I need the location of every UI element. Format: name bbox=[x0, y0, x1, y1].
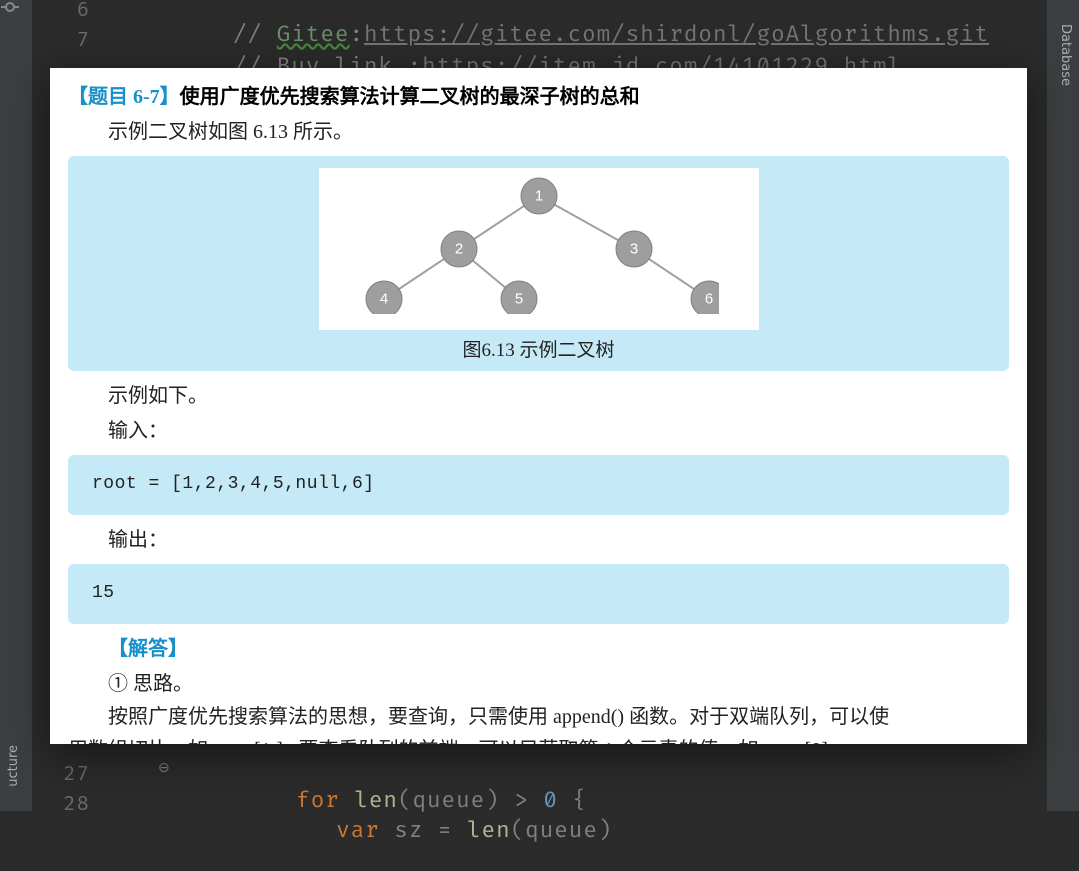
fold-handle[interactable]: ⊖ bbox=[158, 760, 170, 777]
figure-caption: 图6.13 示例二叉树 bbox=[68, 336, 1009, 365]
solution-para-2: 用数组切片，如 array[1:] ; 要查看队列的前端，可以只获取第 1 个元… bbox=[68, 735, 1009, 744]
gutter-line-28: 28 bbox=[63, 790, 90, 820]
vcs-commit-icon[interactable] bbox=[1, 0, 19, 16]
input-codebox: root = [1,2,3,4,5,null,6] bbox=[68, 455, 1009, 515]
example-label: 示例如下。 bbox=[68, 381, 1009, 412]
idea-label: ① 思路。 bbox=[68, 669, 1009, 700]
tree-node-3: 3 bbox=[629, 241, 637, 258]
input-label: 输入： bbox=[68, 416, 1009, 447]
gutter-line-27: 27 bbox=[63, 760, 90, 790]
array-head: array[0] bbox=[764, 739, 828, 744]
tree-node-4: 4 bbox=[379, 291, 387, 308]
input-code: root = [1,2,3,4,5,null,6] bbox=[92, 474, 375, 494]
problem-heading: 使用广度优先搜索算法计算二叉树的最深子树的总和 bbox=[180, 86, 640, 108]
left-tool-strip[interactable]: ucture bbox=[0, 0, 32, 811]
code-line-28[interactable]: var sz = len(queue) bbox=[278, 790, 612, 871]
text: 。 bbox=[828, 739, 848, 744]
gutter-line-6: 6 bbox=[77, 0, 90, 26]
solution-tag: 【解答】 bbox=[68, 634, 1009, 665]
problem-tag: 【题目 6-7】 bbox=[68, 86, 180, 108]
output-codebox: 15 bbox=[68, 564, 1009, 624]
tree-node-2: 2 bbox=[454, 241, 462, 258]
text: 函数。对于双端队列，可以使 bbox=[624, 706, 889, 728]
gutter-line-7: 7 bbox=[77, 26, 90, 56]
text: 用数组切片，如 bbox=[68, 739, 213, 744]
append-fn: append() bbox=[553, 706, 624, 728]
text: ; 要查看队列的前端，可以只获取第 1 个元素的值，如 bbox=[283, 739, 764, 744]
code-text: sz = bbox=[394, 817, 467, 844]
figure-panel: 1 2 3 4 5 6 图6.13 示例二叉树 bbox=[68, 156, 1009, 371]
builtin-len: len bbox=[467, 817, 511, 844]
output-value: 15 bbox=[92, 583, 115, 603]
database-tool-label[interactable]: Database bbox=[1058, 24, 1073, 86]
text: 按照广度优先搜索算法的思想，要查询，只需使用 bbox=[108, 706, 553, 728]
tree-node-5: 5 bbox=[514, 291, 522, 308]
tree-node-6: 6 bbox=[704, 291, 712, 308]
solution-para-1: 按照广度优先搜索算法的思想，要查询，只需使用 append() 函数。对于双端队… bbox=[68, 702, 1009, 733]
keyword-var: var bbox=[336, 817, 394, 844]
problem-title: 【题目 6-7】使用广度优先搜索算法计算二叉树的最深子树的总和 bbox=[68, 82, 1009, 113]
tree-node-1: 1 bbox=[534, 188, 542, 205]
structure-tool-label[interactable]: ucture bbox=[6, 745, 21, 787]
caption-intro: 示例二叉树如图 6.13 所示。 bbox=[68, 117, 1009, 148]
output-label: 输出： bbox=[68, 525, 1009, 556]
code-text: (queue) bbox=[511, 817, 613, 844]
array-slice: array[1:] bbox=[213, 739, 283, 744]
right-tool-strip[interactable]: Database bbox=[1047, 0, 1079, 811]
tree-diagram: 1 2 3 4 5 6 bbox=[319, 168, 759, 330]
quickdoc-popup[interactable]: 【题目 6-7】使用广度优先搜索算法计算二叉树的最深子树的总和 示例二叉树如图 … bbox=[50, 68, 1027, 744]
